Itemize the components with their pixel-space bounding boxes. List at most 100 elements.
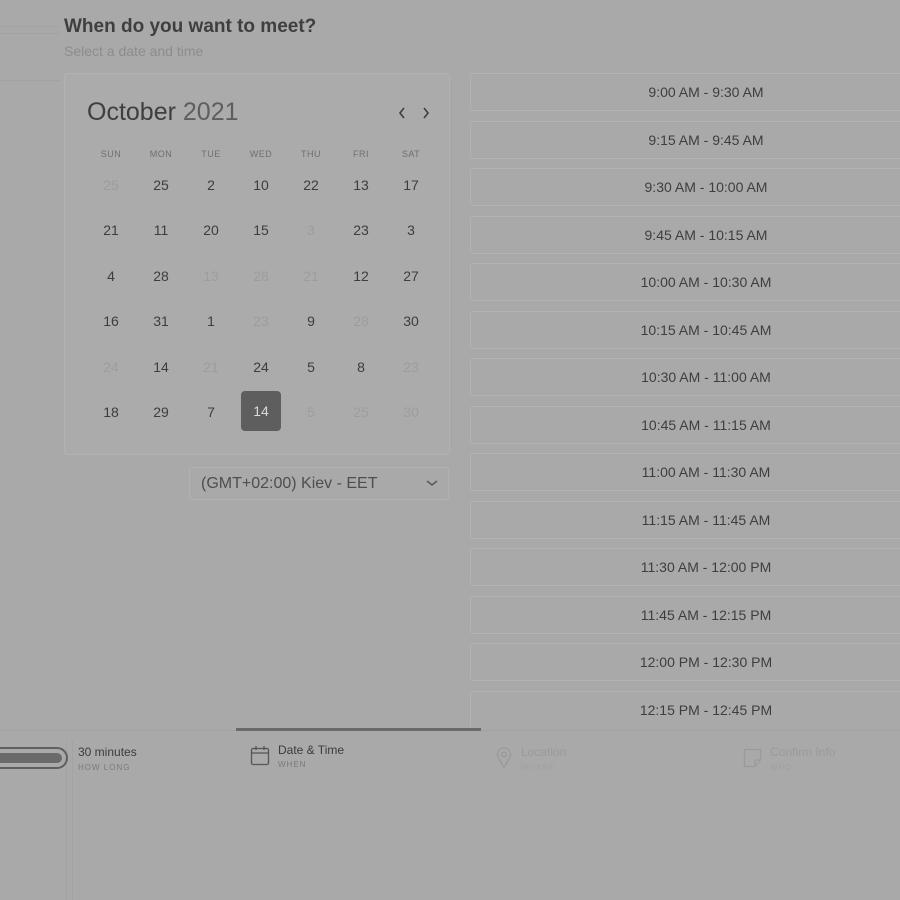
calendar-day-number: 12	[353, 267, 369, 284]
time-slot-label: 10:45 AM - 11:15 AM	[641, 416, 771, 433]
time-slot-button[interactable]: 9:45 AM - 10:15 AM	[470, 215, 900, 254]
time-slot-button[interactable]: 10:45 AM - 11:15 AM	[470, 405, 900, 444]
weekday-label: WED	[249, 149, 273, 159]
calendar-day: 3	[286, 208, 336, 254]
calendar-day[interactable]: 31	[136, 299, 186, 345]
calendar-icon	[250, 746, 270, 766]
time-slot-label: 11:30 AM - 12:00 PM	[640, 559, 772, 575]
calendar-day-number: 18	[103, 404, 119, 421]
time-slot-button[interactable]: 9:30 AM - 10:00 AM	[470, 168, 900, 206]
calendar-day-number: 13	[203, 267, 219, 284]
calendar-day[interactable]: 25	[136, 162, 186, 208]
calendar-day: 30	[386, 390, 436, 436]
calendar-day[interactable]: 15	[236, 208, 286, 254]
timezone-select[interactable]: (GMT+02:00) Kiev - EET	[189, 467, 449, 500]
time-slot-button[interactable]: 10:15 AM - 10:45 AM	[470, 310, 900, 349]
calendar-day-number: 1	[207, 313, 215, 330]
calendar-day: 28	[236, 253, 286, 299]
calendar-day[interactable]: 3	[386, 208, 436, 254]
time-slot-button[interactable]: 10:00 AM - 10:30 AM	[470, 263, 900, 301]
step-confirm-info-label: Confirm Info	[770, 745, 836, 759]
time-slot-button[interactable]: 11:15 AM - 11:45 AM	[470, 500, 900, 539]
time-slot-button[interactable]: 10:30 AM - 11:00 AM	[470, 358, 900, 396]
calendar-day-number: 28	[153, 267, 169, 284]
calendar-day-number: 25	[103, 176, 119, 193]
calendar-day-number: 29	[153, 404, 169, 421]
step-date-time-sub: WHEN	[278, 760, 307, 769]
time-slot-button[interactable]: 11:30 AM - 12:00 PM	[470, 548, 900, 586]
calendar-day-number: 25	[353, 404, 369, 421]
calendar-day[interactable]: 1	[186, 299, 236, 345]
time-slot-label: 11:15 AM - 11:45 AM	[641, 511, 771, 528]
weekday-header: SUN MON TUE WED THU FRI SAT	[86, 149, 436, 159]
calendar-day[interactable]: 4	[86, 253, 136, 299]
calendar-day[interactable]: 29	[136, 390, 186, 436]
calendar-day[interactable]: 9	[286, 299, 336, 345]
calendar-day[interactable]: 10	[236, 162, 286, 208]
calendar-day[interactable]: 7	[186, 390, 236, 436]
calendar-day-number: 23	[253, 313, 269, 330]
time-slot-button[interactable]: 9:15 AM - 9:45 AM	[470, 120, 900, 159]
step-confirm-info-sub: WHO	[770, 763, 793, 772]
calendar-day[interactable]: 8	[336, 344, 386, 390]
calendar-day-number: 8	[357, 358, 365, 375]
calendar-day[interactable]: 5	[286, 344, 336, 390]
calendar-day[interactable]: 20	[186, 208, 236, 254]
time-slot-list: 9:00 AM - 9:30 AM 9:15 AM - 9:45 AM 9:30 A…	[470, 73, 900, 728]
calendar-day-number: 25	[153, 176, 169, 193]
weekday-label: SUN	[100, 149, 122, 159]
calendar-day-number: 21	[303, 267, 319, 284]
time-slot-button[interactable]: 11:45 AM - 12:15 PM	[470, 595, 900, 634]
time-slot-label: 10:30 AM - 11:00 AM	[641, 369, 771, 385]
calendar-day[interactable]: 14	[136, 344, 186, 390]
calendar-day[interactable]: 28	[136, 253, 186, 299]
calendar-day[interactable]: 23	[336, 208, 386, 254]
calendar-day: 21	[186, 344, 236, 390]
time-slot-label: 12:15 PM - 12:45 PM	[639, 701, 773, 718]
calendar-day[interactable]: 17	[386, 162, 436, 208]
calendar-day[interactable]: 2	[186, 162, 236, 208]
calendar-day[interactable]: 27	[386, 253, 436, 299]
calendar-day: 24	[86, 344, 136, 390]
step-progress-indicator	[236, 728, 481, 731]
time-slot-label: 9:45 AM - 10:15 AM	[644, 226, 768, 243]
time-slot-button[interactable]: 11:00 AM - 11:30 AM	[470, 453, 900, 491]
time-slot-button[interactable]: 12:15 PM - 12:45 PM	[470, 690, 900, 728]
calendar-day-number: 28	[353, 313, 369, 330]
calendar-day-selected[interactable]: 14	[236, 390, 286, 436]
calendar-month-title: October 2021	[87, 98, 239, 127]
calendar-day-number: 3	[307, 222, 315, 239]
chevron-left-icon	[398, 107, 405, 119]
calendar-day[interactable]: 21	[86, 208, 136, 254]
calendar-day[interactable]: 13	[336, 162, 386, 208]
calendar-month: October	[87, 98, 176, 126]
duration-pill-icon	[0, 747, 68, 769]
calendar-day-number: 23	[403, 358, 419, 375]
calendar-day-number: 16	[103, 313, 119, 330]
calendar-day[interactable]: 11	[136, 208, 186, 254]
calendar-day-number: 11	[153, 222, 169, 239]
calendar-day[interactable]: 16	[86, 299, 136, 345]
time-slot-button[interactable]: 12:00 PM - 12:30 PM	[470, 643, 900, 681]
time-slot-label: 9:15 AM - 9:45 AM	[648, 131, 764, 148]
calendar-card: October 2021 SUN MON TUE WED THU FRI SAT 25 25 2…	[64, 73, 450, 455]
next-month-button[interactable]	[417, 102, 435, 124]
calendar-day[interactable]: 30	[386, 299, 436, 345]
calendar-day[interactable]: 18	[86, 390, 136, 436]
weekday-label: FRI	[353, 149, 369, 159]
prev-month-button[interactable]	[393, 102, 411, 124]
calendar-day[interactable]: 12	[336, 253, 386, 299]
calendar-day-number: 2	[207, 176, 215, 193]
calendar-day-number: 22	[303, 176, 319, 193]
time-slot-button[interactable]: 9:00 AM - 9:30 AM	[470, 73, 900, 111]
calendar-day-number: 3	[407, 222, 415, 239]
page-title: When do you want to meet?	[64, 16, 317, 37]
calendar-day[interactable]: 24	[236, 344, 286, 390]
calendar-day-number: 4	[107, 267, 115, 284]
calendar-day: 21	[286, 253, 336, 299]
weekday-label: MON	[149, 149, 173, 159]
step-location-sub: WHERE	[521, 763, 556, 772]
calendar-day: 5	[286, 390, 336, 436]
calendar-day-number: 27	[403, 267, 419, 284]
calendar-day[interactable]: 22	[286, 162, 336, 208]
